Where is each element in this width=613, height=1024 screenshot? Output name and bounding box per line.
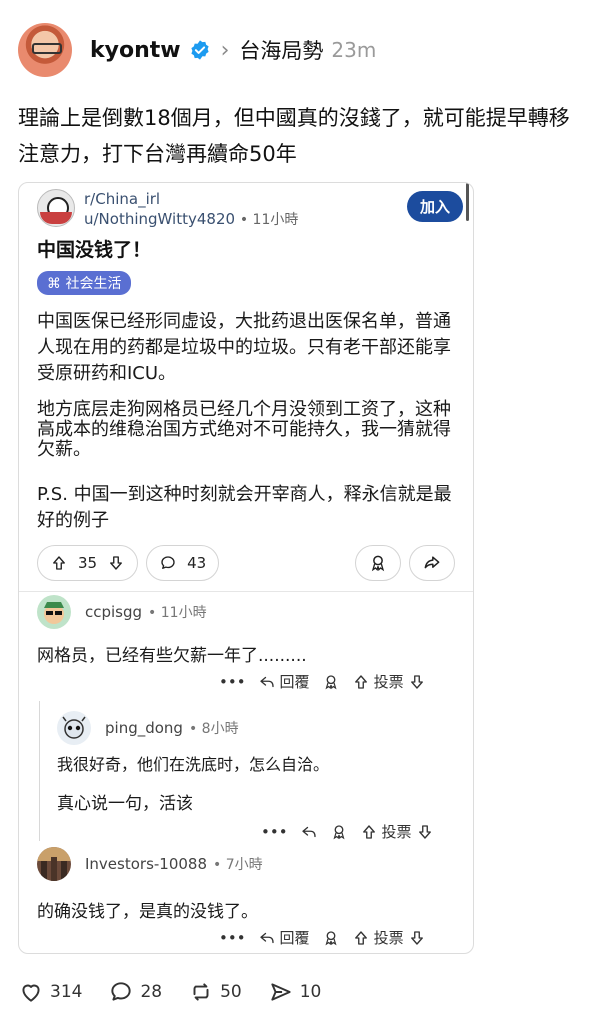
upvote-icon[interactable] (50, 554, 68, 572)
flair-icon: ⌘ (47, 276, 61, 292)
embedded-reddit-card[interactable]: r/China_irl u/NothingWitty4820 • 11小時 加入… (18, 182, 474, 954)
share-count: 10 (299, 982, 322, 1002)
reply-arrow-icon[interactable] (300, 823, 318, 841)
reply-arrow-icon (259, 676, 274, 687)
comments-pill[interactable]: 43 (146, 545, 220, 581)
downvote-icon[interactable] (408, 929, 426, 947)
thread-line (39, 701, 40, 841)
upvote-count: 35 (78, 554, 98, 572)
vote-group: 投票 (352, 927, 426, 948)
repost-button[interactable]: 50 (188, 979, 242, 1005)
upvote-icon[interactable] (352, 673, 370, 691)
comment-author[interactable]: ping_dong (105, 719, 183, 737)
upvote-icon[interactable] (360, 823, 378, 841)
heart-icon (22, 984, 40, 1002)
reply-arrow-icon (259, 932, 274, 943)
downvote-icon[interactable] (107, 554, 125, 572)
post-time: 23m (331, 38, 377, 62)
vote-label: 投票 (381, 823, 412, 841)
topic-link[interactable]: 台海局勢 (239, 35, 323, 65)
comment-avatar[interactable] (57, 711, 91, 745)
post-footer: 314 28 50 10 (18, 974, 595, 1010)
comment-header: ccpisgg • 11小時 (37, 595, 207, 629)
award-icon[interactable] (330, 823, 348, 841)
comment-text-2: 真心说一句，活该 (57, 794, 193, 814)
subreddit-avatar[interactable] (37, 189, 75, 227)
chevron-right-icon: › (220, 37, 230, 63)
reddit-paragraph-3: P.S. 中国一到这种时刻就会开宰商人，释永信就是最好的例子 (37, 484, 452, 531)
comment-avatar[interactable] (37, 847, 71, 881)
comment-author[interactable]: ccpisgg (85, 603, 142, 621)
share-button[interactable] (409, 545, 455, 581)
comment-actions: ••• 投票 (261, 821, 434, 842)
more-options-icon[interactable]: ••• (219, 673, 246, 691)
subreddit-name[interactable]: r/China_irl (84, 189, 298, 209)
vote-group: 投票 (360, 821, 434, 842)
comment-bubble-icon (161, 556, 175, 569)
share-arrow-icon (424, 556, 440, 569)
reddit-post-title: 中国没钱了！ (37, 239, 152, 261)
reply-label: 回覆 (279, 929, 310, 947)
comment-actions: ••• 回覆 投票 (219, 671, 426, 692)
award-icon[interactable] (322, 929, 340, 947)
comment-header: Investors-10088 • 7小時 (37, 847, 263, 881)
share-stat-button[interactable]: 10 (268, 979, 322, 1005)
comment-bubble-icon (111, 982, 132, 1001)
divider (19, 591, 473, 592)
post-text: 理論上是倒數18個月，但中國真的沒錢了，就可能提早轉移注意力，打下台灣再續命50… (18, 106, 570, 166)
reply-count: 28 (140, 982, 163, 1002)
flair-label: 社会生活 (65, 276, 122, 292)
comment-text: 的确没钱了，是真的没钱了。 (37, 902, 258, 922)
reddit-author[interactable]: u/NothingWitty4820 (84, 210, 235, 228)
comment-count: 43 (187, 554, 207, 572)
vote-label: 投票 (373, 929, 404, 947)
comment-actions: ••• 回覆 投票 (219, 927, 426, 948)
award-icon[interactable] (322, 673, 340, 691)
more-options-icon[interactable]: ••• (219, 929, 246, 947)
downvote-icon[interactable] (408, 673, 426, 691)
comment-author[interactable]: Investors-10088 (85, 855, 207, 873)
reddit-post-header: r/China_irl u/NothingWitty4820 • 11小時 加入 (37, 189, 463, 231)
downvote-icon[interactable] (416, 823, 434, 841)
reply-stat-button[interactable]: 28 (108, 979, 162, 1005)
reddit-paragraph-2: 地方底层走狗网格员已经几个月没领到工资了，这种高成本的维稳治国方式绝对不可能持久… (37, 399, 451, 460)
vote-group: 投票 (352, 671, 426, 692)
award-icon (371, 555, 385, 572)
comment-avatar[interactable] (37, 595, 71, 629)
comment-time: 11小時 (160, 605, 207, 621)
repost-icon (193, 983, 209, 1001)
join-button[interactable]: 加入 (406, 191, 463, 222)
post-header: kyontw › 台海局勢 23m (18, 22, 595, 78)
more-options-icon[interactable]: ••• (261, 823, 288, 841)
flair-badge[interactable]: ⌘ 社会生活 (37, 271, 132, 295)
reply-button[interactable]: 回覆 (258, 671, 310, 692)
card-scrollbar[interactable] (466, 183, 469, 221)
reply-label: 回覆 (279, 673, 310, 691)
award-button[interactable] (355, 545, 401, 581)
comment-time: 8小時 (201, 721, 239, 737)
reddit-post-time: 11小時 (252, 212, 299, 228)
reply-button[interactable]: 回覆 (258, 927, 310, 948)
comment-time: 7小時 (225, 857, 263, 873)
comment-header: ping_dong • 8小時 (57, 711, 239, 745)
vote-label: 投票 (373, 673, 404, 691)
upvote-icon[interactable] (352, 929, 370, 947)
user-avatar[interactable] (18, 23, 72, 77)
repost-count: 50 (220, 982, 242, 1002)
like-button[interactable]: 314 (18, 979, 82, 1005)
username[interactable]: kyontw (90, 38, 181, 63)
send-icon (271, 983, 291, 1001)
reddit-action-bar: 35 43 (37, 545, 455, 581)
comment-text: 网格员，已经有些欠薪一年了......... (37, 646, 307, 666)
verified-badge-icon (190, 40, 209, 60)
comment-text: 我很好奇，他们在洗底时，怎么自洽。 (57, 755, 330, 774)
like-count: 314 (50, 982, 83, 1002)
vote-pill: 35 (37, 545, 139, 581)
reddit-paragraph-1: 中国医保已经形同虚设，大批药退出医保名单，普通人现在用的药都是垃圾中的垃圾。只有… (37, 311, 451, 384)
